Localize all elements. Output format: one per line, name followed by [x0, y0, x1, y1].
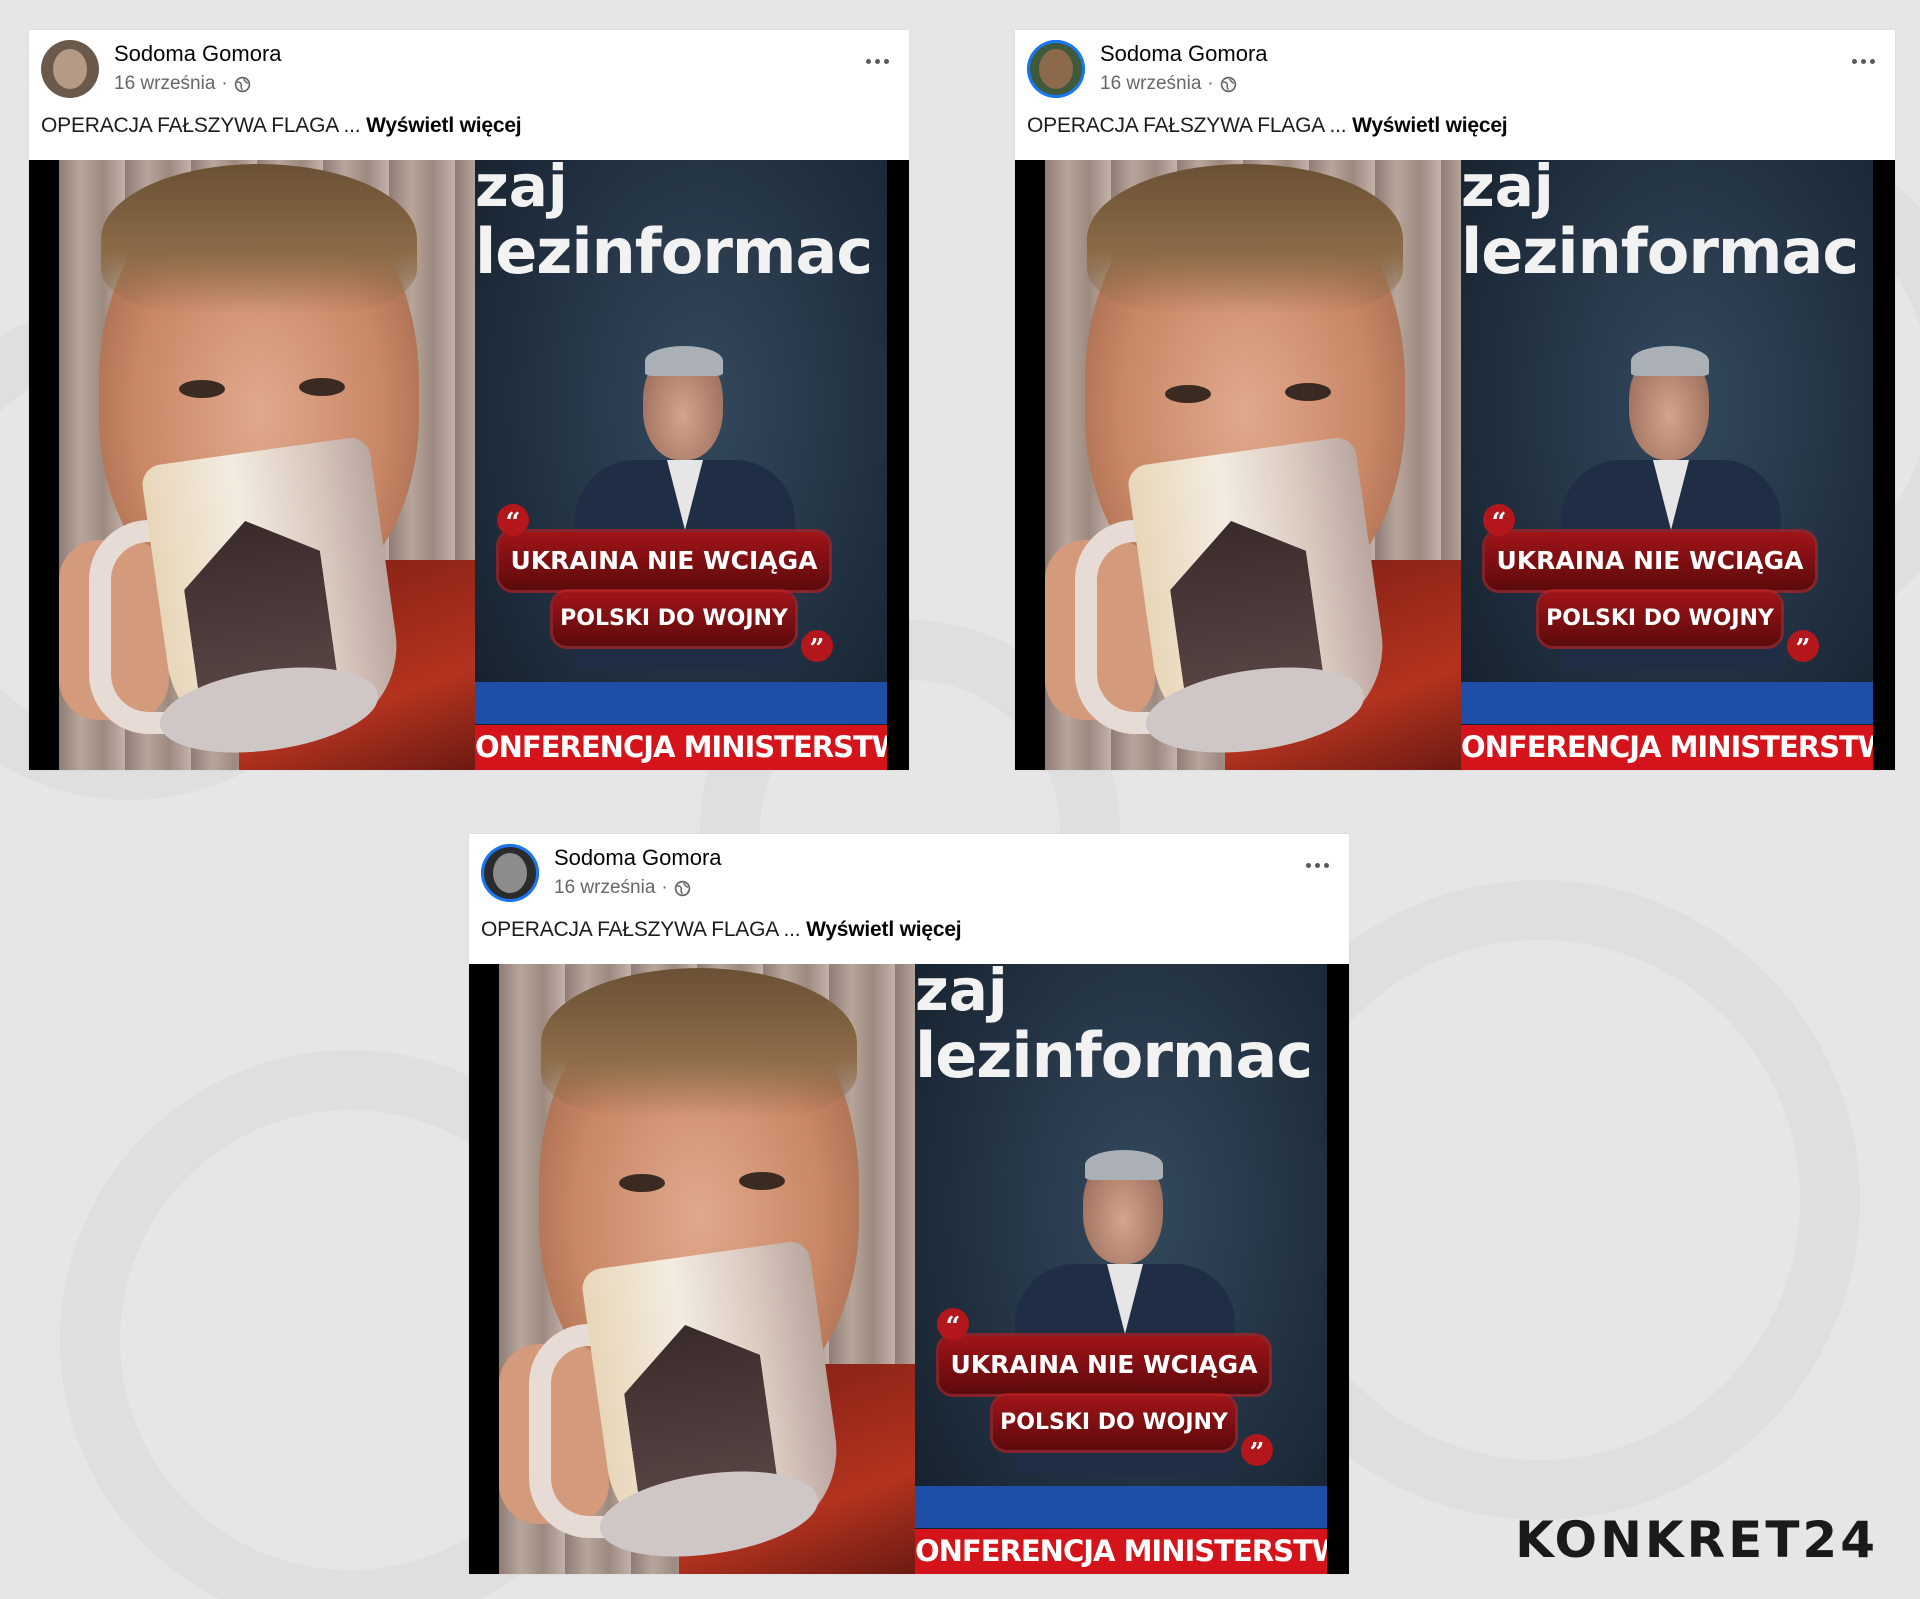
- screen-headline: lezinformac: [915, 1019, 1313, 1092]
- video-bottom-bar: ONFERENCJA MINISTERSTWA: [1461, 725, 1873, 770]
- video-frame: zaj lezinformac UKRAINA NIE WCIĄGA POLSK…: [1045, 160, 1873, 770]
- post-body: OPERACJA FAŁSZYWA FLAGA ...: [481, 918, 801, 941]
- meta-separator: ·: [221, 73, 228, 94]
- video-screen: zaj lezinformac UKRAINA NIE WCIĄGA POLSK…: [1461, 160, 1873, 770]
- post-date[interactable]: 16 września: [1100, 73, 1201, 95]
- video-caption-line1: UKRAINA NIE WCIĄGA: [939, 1336, 1269, 1394]
- post-text: OPERACJA FAŁSZYWA FLAGA ... Wyświetl wię…: [41, 114, 522, 138]
- screen-top-text: zaj: [1461, 160, 1554, 220]
- quote-close-icon: ”: [1787, 630, 1819, 664]
- video-caption-line1: UKRAINA NIE WCIĄGA: [1485, 532, 1815, 590]
- post-date[interactable]: 16 września: [114, 73, 215, 95]
- see-more-link[interactable]: Wyświetl więcej: [1352, 114, 1508, 137]
- video-caption-line2: POLSKI DO WOJNY: [993, 1396, 1235, 1450]
- facebook-post: Sodoma Gomora 16 września · OPERACJA FAŁ…: [29, 30, 909, 770]
- see-more-link[interactable]: Wyświetl więcej: [806, 918, 962, 941]
- post-meta: 16 września ·: [1100, 73, 1237, 95]
- quote-close-icon: ”: [1241, 1434, 1273, 1468]
- screen-top-text: zaj: [475, 160, 568, 220]
- author-name[interactable]: Sodoma Gomora: [554, 845, 722, 871]
- quote-open-icon: “: [937, 1308, 969, 1342]
- meta-separator: ·: [1207, 73, 1214, 94]
- post-meta: 16 września ·: [114, 73, 251, 95]
- post-header: Sodoma Gomora 16 września · OPERACJA FAŁ…: [29, 30, 909, 160]
- video-bottom-bar: ONFERENCJA MINISTERSTWA: [915, 1529, 1327, 1574]
- post-date[interactable]: 16 września: [554, 877, 655, 899]
- author-name[interactable]: Sodoma Gomora: [114, 41, 282, 67]
- post-header: Sodoma Gomora 16 września · OPERACJA FAŁ…: [1015, 30, 1895, 160]
- video-frame: zaj lezinformac UKRAINA NIE WCIĄGA POLSK…: [499, 964, 1327, 1574]
- video-frame: zaj lezinformac UKRAINA NIE WCIĄGA POLSK…: [59, 160, 887, 770]
- author-name[interactable]: Sodoma Gomora: [1100, 41, 1268, 67]
- post-header: Sodoma Gomora 16 września · OPERACJA FAŁ…: [469, 834, 1349, 964]
- post-text: OPERACJA FAŁSZYWA FLAGA ... Wyświetl wię…: [481, 918, 962, 942]
- avatar[interactable]: [481, 844, 539, 902]
- video-player[interactable]: zaj lezinformac UKRAINA NIE WCIĄGA POLSK…: [29, 160, 909, 770]
- see-more-link[interactable]: Wyświetl więcej: [366, 114, 522, 137]
- screen-headline: lezinformac: [475, 215, 873, 288]
- post-text: OPERACJA FAŁSZYWA FLAGA ... Wyświetl wię…: [1027, 114, 1508, 138]
- post-body: OPERACJA FAŁSZYWA FLAGA ...: [41, 114, 361, 137]
- video-caption-line2: POLSKI DO WOJNY: [1539, 592, 1781, 646]
- facebook-post: Sodoma Gomora 16 września · OPERACJA FAŁ…: [1015, 30, 1895, 770]
- globe-icon: [1220, 76, 1236, 92]
- konkret24-logo: KONKRET24: [1515, 1511, 1878, 1569]
- post-meta: 16 września ·: [554, 877, 691, 899]
- avatar[interactable]: [41, 40, 99, 98]
- facebook-post: Sodoma Gomora 16 września · OPERACJA FAŁ…: [469, 834, 1349, 1574]
- screen-top-text: zaj: [915, 964, 1008, 1024]
- video-caption-line2: POLSKI DO WOJNY: [553, 592, 795, 646]
- video-caption-line1: UKRAINA NIE WCIĄGA: [499, 532, 829, 590]
- meta-separator: ·: [661, 877, 668, 898]
- video-bottom-bar: ONFERENCJA MINISTERSTWA: [475, 725, 887, 770]
- video-screen: zaj lezinformac UKRAINA NIE WCIĄGA POLSK…: [475, 160, 887, 770]
- more-options-icon[interactable]: [1849, 52, 1877, 70]
- globe-icon: [234, 76, 250, 92]
- post-body: OPERACJA FAŁSZYWA FLAGA ...: [1027, 114, 1347, 137]
- more-options-icon[interactable]: [1303, 856, 1331, 874]
- quote-close-icon: ”: [801, 630, 833, 664]
- screen-headline: lezinformac: [1461, 215, 1859, 288]
- video-screen: zaj lezinformac UKRAINA NIE WCIĄGA POLSK…: [915, 964, 1327, 1574]
- more-options-icon[interactable]: [863, 52, 891, 70]
- quote-open-icon: “: [1483, 504, 1515, 538]
- quote-open-icon: “: [497, 504, 529, 538]
- globe-icon: [674, 880, 690, 896]
- avatar[interactable]: [1027, 40, 1085, 98]
- video-player[interactable]: zaj lezinformac UKRAINA NIE WCIĄGA POLSK…: [469, 964, 1349, 1574]
- video-player[interactable]: zaj lezinformac UKRAINA NIE WCIĄGA POLSK…: [1015, 160, 1895, 770]
